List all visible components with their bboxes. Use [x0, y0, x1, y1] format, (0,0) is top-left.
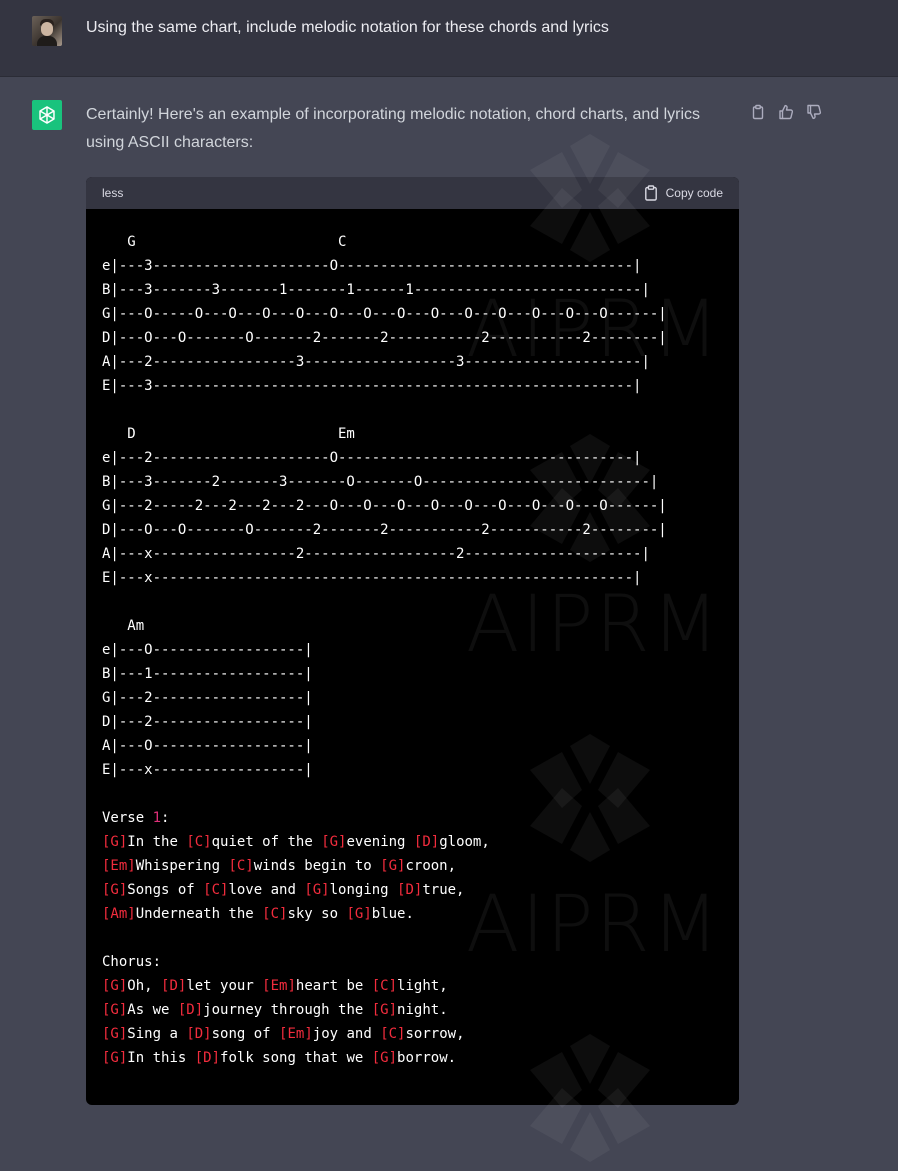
chord-marker: [G] — [102, 882, 128, 898]
chord-marker: [C] — [380, 1026, 406, 1042]
tab-line: D|---O---O-------O-------2-------2------… — [102, 522, 667, 538]
chord-marker: [Am] — [102, 906, 136, 922]
thumbs-up-icon[interactable] — [778, 104, 794, 120]
chorus-heading: Chorus: — [102, 954, 162, 970]
tab-line: D|---2------------------| — [102, 714, 313, 730]
tab-line: E|---3----------------------------------… — [102, 378, 642, 394]
lyric-line: [Em]Whispering [C]winds begin to [G]croo… — [102, 858, 457, 874]
tab-line: B|---3-------2-------3-------O-------O--… — [102, 474, 659, 490]
chord-marker: [C] — [371, 978, 398, 994]
clipboard-icon — [644, 185, 658, 201]
chord-marker: [G] — [371, 1002, 398, 1018]
chord-marker: [G] — [321, 834, 347, 850]
code-block: less Copy code G C e|---3----------------… — [86, 177, 739, 1105]
clipboard-icon[interactable] — [750, 104, 766, 120]
tab-line: B|---3-------3-------1-------1------1---… — [102, 282, 650, 298]
copy-code-button[interactable]: Copy code — [644, 185, 723, 201]
tab-line: B|---1------------------| — [102, 666, 313, 682]
chord-marker: [G] — [102, 834, 128, 850]
tab-line: e|---3---------------------O------------… — [102, 258, 642, 274]
chord-marker: [G] — [102, 978, 128, 994]
chord-marker: [D] — [186, 1026, 212, 1042]
tab-line: A|---x-----------------2----------------… — [102, 546, 650, 562]
lyric-line: [G]Sing a [D]song of [Em]joy and [C]sorr… — [102, 1026, 465, 1042]
tab-line: E|---x----------------------------------… — [102, 570, 642, 586]
lyric-line: [G]Songs of [C]love and [G]longing [D]tr… — [102, 882, 465, 898]
chord-marker: [Em] — [279, 1026, 313, 1042]
lyric-line: [Am]Underneath the [C]sky so [G]blue. — [102, 906, 414, 922]
chord-marker: [C] — [228, 858, 254, 874]
assistant-intro-text: Certainly! Here's an example of incorpor… — [86, 106, 701, 151]
chord-marker: [C] — [262, 906, 288, 922]
chord-marker: [G] — [346, 906, 372, 922]
tab-line: E|---x------------------| — [102, 762, 313, 778]
chord-marker: [D] — [194, 1050, 221, 1066]
chord-marker: [D] — [177, 1002, 204, 1018]
chord-marker: [C] — [203, 882, 229, 898]
tab-line: G|---O-----O---O---O---O---O---O---O---O… — [102, 306, 667, 322]
lyric-line: [G]In the [C]quiet of the [G]evening [D]… — [102, 834, 490, 850]
chord-marker: [Em] — [262, 978, 296, 994]
thumbs-down-icon[interactable] — [806, 104, 822, 120]
chord-marker: [C] — [186, 834, 212, 850]
chord-marker: [G] — [102, 1026, 128, 1042]
code-content: G C e|---3---------------------O---------… — [86, 209, 739, 1070]
user-message-row: Using the same chart, include melodic no… — [0, 0, 898, 77]
tab-line: D Em — [102, 426, 355, 442]
chord-marker: [G] — [304, 882, 330, 898]
lyric-line: [G]In this [D]folk song that we [G]borro… — [102, 1050, 457, 1066]
tab-line: Am — [102, 618, 145, 634]
chord-marker: [D] — [397, 882, 423, 898]
chord-marker: [G] — [380, 858, 406, 874]
chord-marker: [G] — [102, 1002, 128, 1018]
user-message-text: Using the same chart, include melodic no… — [86, 19, 609, 36]
chord-marker: [G] — [371, 1050, 398, 1066]
tab-line: G|---2-----2---2---2---2---O---O---O---O… — [102, 498, 667, 514]
tab-line: G C — [102, 234, 347, 250]
lyric-line: [G]Oh, [D]let your [Em]heart be [C]light… — [102, 978, 448, 994]
chord-marker: [D] — [161, 978, 187, 994]
message-actions — [750, 104, 822, 120]
tab-line: A|---2-----------------3----------------… — [102, 354, 650, 370]
chord-marker: [Em] — [102, 858, 136, 874]
tab-line: e|---2---------------------O------------… — [102, 450, 642, 466]
lyric-line: [G]As we [D]journey through the [G]night… — [102, 1002, 448, 1018]
copy-code-label: Copy code — [665, 186, 723, 200]
code-block-header: less Copy code — [86, 177, 739, 209]
chord-marker: [D] — [413, 834, 440, 850]
tab-line: e|---O------------------| — [102, 642, 313, 658]
chatgpt-logo-icon — [32, 100, 62, 130]
tab-line: D|---O---O-------O-------2-------2------… — [102, 330, 667, 346]
tab-line: G|---2------------------| — [102, 690, 313, 706]
chord-marker: [G] — [102, 1050, 128, 1066]
verse-heading: Verse 1: — [102, 810, 170, 826]
user-avatar — [32, 16, 62, 46]
code-language-label: less — [102, 186, 124, 200]
tab-line: A|---O------------------| — [102, 738, 313, 754]
